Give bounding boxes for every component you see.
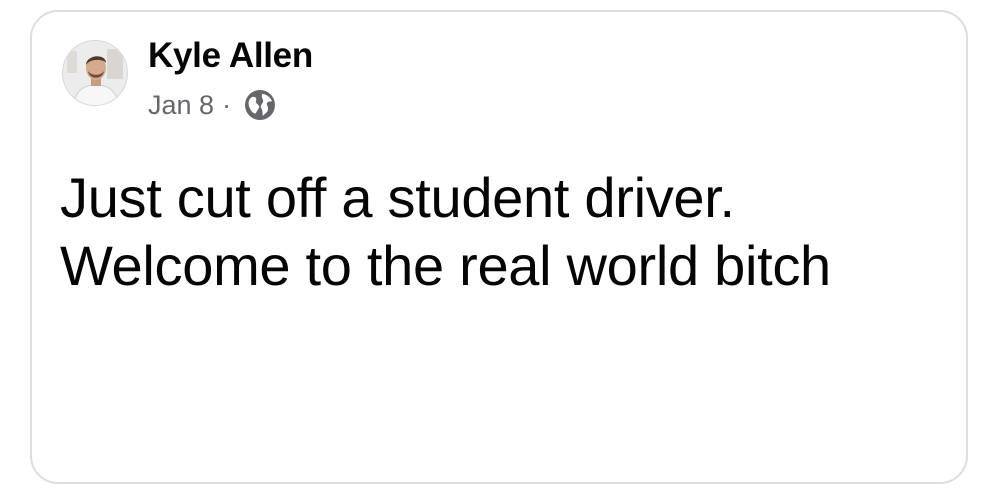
post-card: Kyle Allen Jan 8 · Just cut off a studen… [30, 10, 968, 484]
avatar[interactable] [62, 40, 128, 106]
post-body-text: Just cut off a student driver. Welcome t… [60, 166, 831, 298]
author-name[interactable]: Kyle Allen [148, 36, 313, 76]
post-meta: Jan 8 · [148, 88, 277, 122]
profile-photo [63, 41, 127, 105]
meta-separator: · [222, 89, 232, 120]
post-date[interactable]: Jan 8 [148, 90, 214, 121]
globe-icon[interactable] [243, 88, 277, 122]
